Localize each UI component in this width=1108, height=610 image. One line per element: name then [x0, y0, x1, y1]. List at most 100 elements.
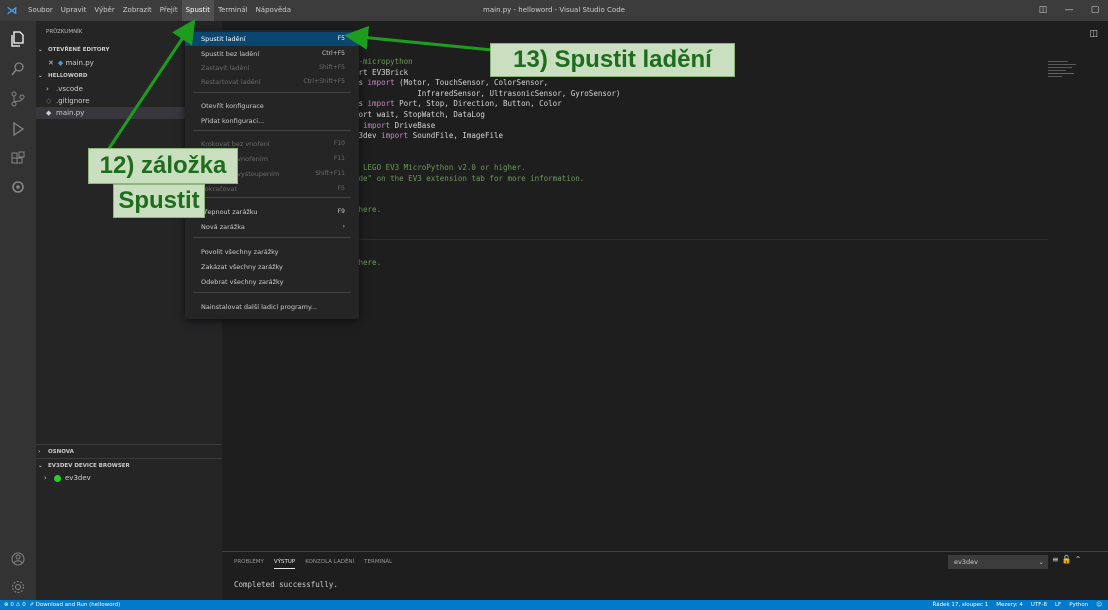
annotation-step-13: 13) Spustit ladění: [490, 43, 735, 77]
run-menu-item-5[interactable]: Přidat konfiguraci...: [185, 114, 359, 128]
tree-item-label: .vscode: [56, 85, 83, 93]
title-bar: ⋊ Soubor Upravit Výběr Zobrazit Přejít Spusti…: [0, 0, 1108, 21]
encoding[interactable]: UTF-8: [1031, 602, 1047, 608]
split-editor-icon[interactable]: ◫: [1089, 29, 1098, 39]
run-menu-item-12[interactable]: Povolit všechny zarážky: [185, 245, 359, 259]
code-token: ide" on the EV3 extension tab for more i…: [354, 173, 585, 183]
panel-tab-2[interactable]: KONZOLA LADĚNÍ: [305, 556, 354, 568]
menu-item-label: Přidat konfiguraci...: [201, 117, 265, 125]
chevron-down-icon: ⌄: [1038, 558, 1044, 566]
activity-bar: [0, 21, 36, 600]
menu-0[interactable]: Soubor: [24, 0, 57, 21]
menu-1[interactable]: Upravit: [57, 0, 91, 21]
language-mode[interactable]: Python: [1069, 602, 1088, 608]
menu-separator: [193, 197, 351, 198]
maximize-icon[interactable]: ▢: [1082, 0, 1108, 21]
open-editors-title: OTEVŘENÉ EDITORY: [48, 47, 110, 53]
outline-title: OSNOVA: [48, 449, 74, 455]
vscode-logo-icon: ⋊: [6, 4, 18, 17]
annotation-step-12-line2: Spustit: [113, 184, 205, 218]
menu-3[interactable]: Zobrazit: [119, 0, 156, 21]
minimize-icon[interactable]: —: [1056, 0, 1082, 21]
menu-separator: [193, 130, 351, 131]
panel-tab-3[interactable]: TERMINÁL: [364, 556, 392, 568]
code-token: DriveBase: [390, 120, 436, 130]
vscode-window: ⋊ Soubor Upravit Výběr Zobrazit Přejít Spusti…: [0, 0, 1108, 610]
run-menu-item-1[interactable]: Spustit bez ladění Ctrl+F5: [185, 47, 359, 61]
account-icon[interactable]: [0, 545, 36, 573]
run-menu-item-4[interactable]: Otevřít konfigurace: [185, 99, 359, 113]
menu-item-label: Spustit ladění: [201, 35, 246, 43]
run-menu-item-13[interactable]: Zakázat všechny zarážky: [185, 260, 359, 274]
ev3dev-icon[interactable]: [0, 173, 36, 201]
menu-item-shortcut: F11: [333, 155, 345, 162]
lock-icon[interactable]: 🔓: [1062, 555, 1075, 564]
code-token: s LEGO EV3 MicroPython v2.0 or higher.: [354, 162, 526, 172]
minimap[interactable]: [1048, 61, 1078, 93]
run-menu-item-11[interactable]: Nová zarážka ›: [185, 220, 359, 234]
outline-section[interactable]: › OSNOVA: [36, 444, 222, 458]
source-control-icon[interactable]: [0, 85, 36, 113]
download-run-item[interactable]: ⇗ Download and Run (helloword): [29, 602, 120, 608]
search-icon[interactable]: [0, 55, 36, 83]
clear-output-icon[interactable]: ≡: [1052, 555, 1062, 564]
panel-tab-0[interactable]: PROBLÉMY: [234, 556, 264, 568]
settings-gear-icon[interactable]: [0, 573, 36, 601]
menu-2[interactable]: Výběr: [90, 0, 118, 21]
run-debug-icon[interactable]: [0, 115, 36, 143]
project-title: HELLOWORD: [48, 73, 88, 79]
indentation[interactable]: Mezery: 4: [996, 602, 1023, 608]
output-channel-select[interactable]: ev3dev ⌄: [948, 555, 1048, 569]
chevron-right-icon: ›: [44, 474, 47, 482]
run-menu-item-10[interactable]: Přepnout zarážku F9: [185, 205, 359, 219]
code-line: es import (Motor, TouchSensor, ColorSens…: [354, 78, 620, 89]
run-menu-item-0[interactable]: Spustit ladění F5: [185, 32, 359, 46]
close-icon[interactable]: ✕: [48, 59, 54, 67]
layout-icon[interactable]: ◫: [1030, 0, 1056, 21]
cursor-position[interactable]: Řádek 17, sloupec 1: [933, 602, 989, 608]
extensions-icon[interactable]: [0, 145, 36, 173]
maximize-panel-icon[interactable]: ⌃: [1075, 555, 1085, 564]
menu-item-label: Zakázat všechny zarážky: [201, 263, 283, 271]
code-token: import: [367, 99, 395, 109]
problems-indicator[interactable]: ⊗ 0 ⚠ 0: [4, 602, 26, 608]
menu-4[interactable]: Přejít: [156, 0, 182, 21]
menu-5[interactable]: Spustit: [181, 0, 214, 21]
chevron-down-icon: ⌄: [38, 73, 43, 79]
explorer-icon[interactable]: [0, 25, 36, 53]
tree-item-label: .gitignore: [56, 97, 90, 105]
code-editor[interactable]: s-micropython ort EV3Brick es import (Moto…: [354, 57, 620, 269]
menu-6[interactable]: Terminál: [214, 0, 252, 21]
panel-tab-1[interactable]: VÝSTUP: [273, 556, 296, 569]
code-line: here.: [354, 205, 620, 216]
code-line: rs import Port, Stop, Direction, Button,…: [354, 99, 620, 110]
menu-item-shortcut: F10: [333, 140, 345, 147]
menu-item-label: Krokovat bez vnoření: [201, 140, 270, 148]
menu-bar: Soubor Upravit Výběr Zobrazit Přejít Spustit T…: [24, 0, 295, 21]
chevron-down-icon: ⌄: [38, 463, 43, 469]
menu-item-label: Nainstalovat další ladicí programy...: [201, 303, 318, 311]
menu-item-label: Zastavit ladění: [201, 64, 250, 72]
menu-item-label: Odebrat všechny zarážky: [201, 278, 284, 286]
menu-item-shortcut: Ctrl+Shift+F5: [303, 78, 345, 85]
run-menu-item-2: Zastavit ladění Shift+F5: [185, 61, 359, 75]
code-line: port wait, StopWatch, DataLog: [354, 110, 620, 121]
python-file-icon: ◆: [46, 109, 52, 117]
device-browser-section[interactable]: ⌄ EV3DEV DEVICE BROWSER: [36, 458, 222, 472]
code-token: SoundFile, ImageFile: [408, 131, 504, 141]
menu-7[interactable]: Nápověda: [252, 0, 295, 21]
line-ending[interactable]: LF: [1055, 602, 1061, 608]
menu-item-shortcut: Shift+F11: [315, 170, 345, 177]
code-token: import: [363, 120, 391, 130]
run-menu-item-14[interactable]: Odebrat všechny zarážky: [185, 275, 359, 289]
device-item-ev3dev[interactable]: › ev3dev: [36, 472, 222, 484]
feedback-icon[interactable]: ☺: [1096, 602, 1102, 608]
chevron-right-icon: ›: [38, 449, 41, 455]
run-menu-item-15[interactable]: Nainstalovat další ladicí programy...: [185, 300, 359, 314]
